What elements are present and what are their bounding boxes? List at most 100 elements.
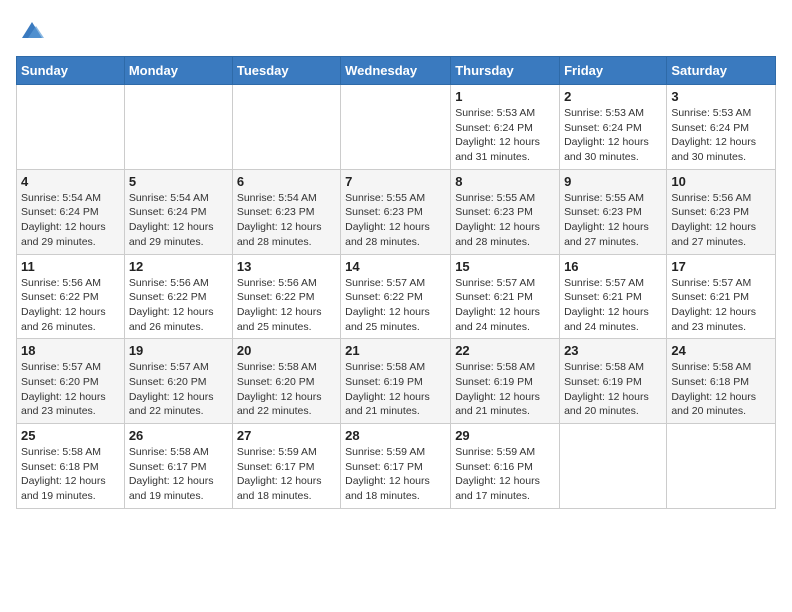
day-number: 6 (237, 174, 336, 189)
day-number: 5 (129, 174, 228, 189)
day-number: 21 (345, 343, 446, 358)
logo (16, 16, 46, 44)
header-sunday: Sunday (17, 57, 125, 85)
calendar-cell: 16Sunrise: 5:57 AM Sunset: 6:21 PM Dayli… (560, 254, 667, 339)
calendar-cell: 15Sunrise: 5:57 AM Sunset: 6:21 PM Dayli… (451, 254, 560, 339)
header-wednesday: Wednesday (341, 57, 451, 85)
day-number: 19 (129, 343, 228, 358)
day-number: 18 (21, 343, 120, 358)
calendar-cell: 17 Sunrise: 5:57 AM Sunset: 6:21 PM Dayli… (667, 254, 776, 339)
week-row-4: 25 Sunrise: 5:58 AM Sunset: 6:18 PM Dayli… (17, 424, 776, 509)
calendar-cell: 3Sunrise: 5:53 AM Sunset: 6:24 PM Daylig… (667, 85, 776, 170)
day-number: 17 (671, 259, 771, 274)
calendar-cell: 23 Sunrise: 5:58 AM Sunset: 6:19 PM Dayli… (560, 339, 667, 424)
day-info: Sunrise: 5:59 AM Sunset: 6:16 PM Dayligh… (455, 445, 555, 504)
page-header (16, 16, 776, 44)
day-info: Sunrise: 5:53 AM Sunset: 6:24 PM Dayligh… (455, 106, 555, 165)
day-info: Sunrise: 5:54 AM Sunset: 6:24 PM Dayligh… (129, 191, 228, 250)
day-info: Sunrise: 5:58 AM Sunset: 6:18 PM Dayligh… (671, 360, 771, 419)
week-row-3: 18 Sunrise: 5:57 AM Sunset: 6:20 PM Dayli… (17, 339, 776, 424)
day-info: Sunrise: 5:56 AM Sunset: 6:23 PM Dayligh… (671, 191, 771, 250)
calendar-cell (560, 424, 667, 509)
day-number: 9 (564, 174, 662, 189)
calendar-cell: 14 Sunrise: 5:57 AM Sunset: 6:22 PM Dayli… (341, 254, 451, 339)
calendar-table: SundayMondayTuesdayWednesdayThursdayFrid… (16, 56, 776, 509)
day-info: Sunrise: 5:57 AM Sunset: 6:21 PM Dayligh… (564, 276, 662, 335)
calendar-body: 1 Sunrise: 5:53 AM Sunset: 6:24 PM Daylig… (17, 85, 776, 509)
calendar-cell: 24 Sunrise: 5:58 AM Sunset: 6:18 PM Dayli… (667, 339, 776, 424)
calendar-cell: 8 Sunrise: 5:55 AM Sunset: 6:23 PM Daylig… (451, 169, 560, 254)
day-number: 24 (671, 343, 771, 358)
header-monday: Monday (124, 57, 232, 85)
day-number: 8 (455, 174, 555, 189)
calendar-cell (667, 424, 776, 509)
day-info: Sunrise: 5:58 AM Sunset: 6:18 PM Dayligh… (21, 445, 120, 504)
calendar-cell: 21 Sunrise: 5:58 AM Sunset: 6:19 PM Dayli… (341, 339, 451, 424)
day-info: Sunrise: 5:59 AM Sunset: 6:17 PM Dayligh… (345, 445, 446, 504)
day-info: Sunrise: 5:55 AM Sunset: 6:23 PM Dayligh… (564, 191, 662, 250)
day-info: Sunrise: 5:58 AM Sunset: 6:19 PM Dayligh… (345, 360, 446, 419)
day-info: Sunrise: 5:55 AM Sunset: 6:23 PM Dayligh… (345, 191, 446, 250)
calendar-cell: 27 Sunrise: 5:59 AM Sunset: 6:17 PM Dayli… (232, 424, 340, 509)
header-friday: Friday (560, 57, 667, 85)
logo-icon (18, 16, 46, 44)
calendar-header: SundayMondayTuesdayWednesdayThursdayFrid… (17, 57, 776, 85)
day-info: Sunrise: 5:59 AM Sunset: 6:17 PM Dayligh… (237, 445, 336, 504)
day-number: 28 (345, 428, 446, 443)
day-number: 4 (21, 174, 120, 189)
day-info: Sunrise: 5:57 AM Sunset: 6:20 PM Dayligh… (129, 360, 228, 419)
header-tuesday: Tuesday (232, 57, 340, 85)
day-info: Sunrise: 5:57 AM Sunset: 6:22 PM Dayligh… (345, 276, 446, 335)
header-thursday: Thursday (451, 57, 560, 85)
calendar-cell: 7Sunrise: 5:55 AM Sunset: 6:23 PM Daylig… (341, 169, 451, 254)
day-number: 2 (564, 89, 662, 104)
day-info: Sunrise: 5:54 AM Sunset: 6:24 PM Dayligh… (21, 191, 120, 250)
day-info: Sunrise: 5:58 AM Sunset: 6:17 PM Dayligh… (129, 445, 228, 504)
week-row-1: 4 Sunrise: 5:54 AM Sunset: 6:24 PM Daylig… (17, 169, 776, 254)
day-number: 11 (21, 259, 120, 274)
day-number: 15 (455, 259, 555, 274)
day-info: Sunrise: 5:54 AM Sunset: 6:23 PM Dayligh… (237, 191, 336, 250)
day-number: 25 (21, 428, 120, 443)
day-number: 29 (455, 428, 555, 443)
day-number: 27 (237, 428, 336, 443)
calendar-cell: 29 Sunrise: 5:59 AM Sunset: 6:16 PM Dayli… (451, 424, 560, 509)
day-number: 22 (455, 343, 555, 358)
day-number: 10 (671, 174, 771, 189)
day-number: 20 (237, 343, 336, 358)
calendar-cell (232, 85, 340, 170)
day-number: 26 (129, 428, 228, 443)
calendar-cell: 22Sunrise: 5:58 AM Sunset: 6:19 PM Dayli… (451, 339, 560, 424)
calendar-cell: 19 Sunrise: 5:57 AM Sunset: 6:20 PM Dayli… (124, 339, 232, 424)
day-info: Sunrise: 5:58 AM Sunset: 6:19 PM Dayligh… (564, 360, 662, 419)
day-info: Sunrise: 5:56 AM Sunset: 6:22 PM Dayligh… (21, 276, 120, 335)
calendar-cell: 2Sunrise: 5:53 AM Sunset: 6:24 PM Daylig… (560, 85, 667, 170)
day-info: Sunrise: 5:56 AM Sunset: 6:22 PM Dayligh… (237, 276, 336, 335)
calendar-cell: 4 Sunrise: 5:54 AM Sunset: 6:24 PM Daylig… (17, 169, 125, 254)
calendar-cell: 5 Sunrise: 5:54 AM Sunset: 6:24 PM Daylig… (124, 169, 232, 254)
calendar-cell: 20Sunrise: 5:58 AM Sunset: 6:20 PM Dayli… (232, 339, 340, 424)
calendar-cell: 12 Sunrise: 5:56 AM Sunset: 6:22 PM Dayli… (124, 254, 232, 339)
day-number: 14 (345, 259, 446, 274)
day-number: 23 (564, 343, 662, 358)
week-row-2: 11 Sunrise: 5:56 AM Sunset: 6:22 PM Dayli… (17, 254, 776, 339)
calendar-cell: 1 Sunrise: 5:53 AM Sunset: 6:24 PM Daylig… (451, 85, 560, 170)
calendar-cell: 10 Sunrise: 5:56 AM Sunset: 6:23 PM Dayli… (667, 169, 776, 254)
day-info: Sunrise: 5:57 AM Sunset: 6:20 PM Dayligh… (21, 360, 120, 419)
header-row: SundayMondayTuesdayWednesdayThursdayFrid… (17, 57, 776, 85)
calendar-cell (341, 85, 451, 170)
week-row-0: 1 Sunrise: 5:53 AM Sunset: 6:24 PM Daylig… (17, 85, 776, 170)
day-info: Sunrise: 5:55 AM Sunset: 6:23 PM Dayligh… (455, 191, 555, 250)
calendar-cell: 18 Sunrise: 5:57 AM Sunset: 6:20 PM Dayli… (17, 339, 125, 424)
calendar-cell: 26 Sunrise: 5:58 AM Sunset: 6:17 PM Dayli… (124, 424, 232, 509)
calendar-cell (124, 85, 232, 170)
day-number: 13 (237, 259, 336, 274)
calendar-cell: 25 Sunrise: 5:58 AM Sunset: 6:18 PM Dayli… (17, 424, 125, 509)
calendar-cell: 13 Sunrise: 5:56 AM Sunset: 6:22 PM Dayli… (232, 254, 340, 339)
calendar-cell: 28 Sunrise: 5:59 AM Sunset: 6:17 PM Dayli… (341, 424, 451, 509)
day-number: 12 (129, 259, 228, 274)
day-number: 1 (455, 89, 555, 104)
day-info: Sunrise: 5:57 AM Sunset: 6:21 PM Dayligh… (671, 276, 771, 335)
day-number: 3 (671, 89, 771, 104)
day-info: Sunrise: 5:56 AM Sunset: 6:22 PM Dayligh… (129, 276, 228, 335)
